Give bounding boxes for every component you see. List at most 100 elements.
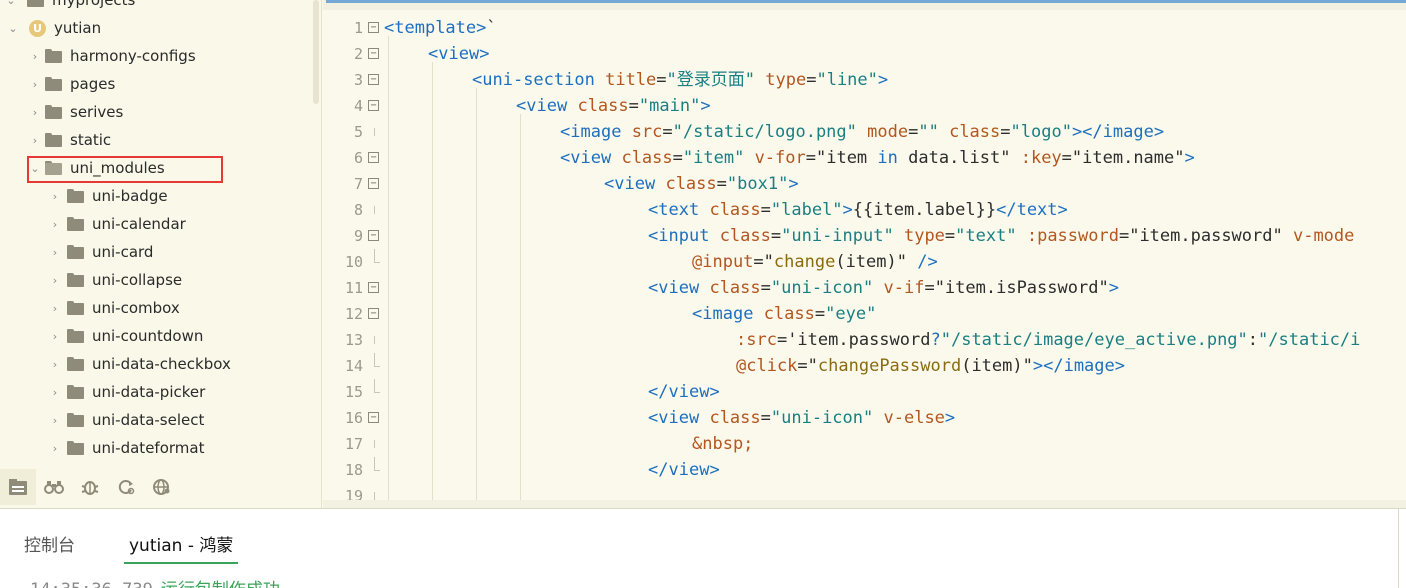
code-content: </view>: [648, 379, 720, 405]
tree-row-folder[interactable]: › uni-data-checkbox: [0, 350, 310, 378]
chevron-right-icon[interactable]: ›: [48, 217, 62, 231]
folder-icon: [67, 301, 84, 315]
code-line[interactable]: 11− <view class="uni-icon" v-if="item.isP…: [323, 275, 1406, 301]
fold-toggle-icon[interactable]: −: [368, 48, 379, 59]
tree-row-folder[interactable]: › harmony-configs: [0, 42, 310, 70]
chevron-right-icon[interactable]: ›: [48, 189, 62, 203]
code-line[interactable]: 15 </view>: [323, 379, 1406, 405]
chevron-right-icon[interactable]: ›: [28, 133, 42, 147]
line-number: 8: [353, 201, 363, 219]
line-number: 15: [344, 383, 363, 401]
tree-row-folder[interactable]: › uni-card: [0, 238, 310, 266]
fold-toggle-icon[interactable]: −: [368, 412, 379, 423]
fold-toggle-icon[interactable]: −: [368, 152, 379, 163]
code-directive: v-mode: [1292, 226, 1355, 246]
fold-toggle-icon[interactable]: −: [368, 308, 379, 319]
line-number: 14: [344, 357, 363, 375]
chevron-right-icon[interactable]: ›: [48, 441, 62, 455]
code-attribute: title: [605, 70, 657, 90]
tree-row-folder[interactable]: › uni-badge: [0, 182, 310, 210]
code-line[interactable]: 1− <template>`: [323, 15, 1406, 41]
chevron-right-icon[interactable]: ›: [28, 105, 42, 119]
chevron-right-icon[interactable]: ›: [48, 301, 62, 315]
fold-toggle-icon[interactable]: −: [368, 22, 379, 33]
chevron-right-icon[interactable]: ›: [48, 385, 62, 399]
tab-run-output[interactable]: yutian - 鸿蒙: [124, 531, 239, 564]
refresh-search-icon[interactable]: [108, 469, 144, 505]
chevron-right-icon[interactable]: ›: [28, 77, 42, 91]
code-line[interactable]: 6− <view class="item" v-for="item in data…: [323, 145, 1406, 171]
binoculars-icon[interactable]: [36, 469, 72, 505]
folder-label: serives: [70, 103, 124, 121]
tree-row-folder[interactable]: › uni-collapse: [0, 266, 310, 294]
fold-toggle-icon[interactable]: −: [368, 282, 379, 293]
fold-toggle-icon[interactable]: −: [368, 178, 379, 189]
code-text: =: [656, 70, 667, 90]
tree-row-folder[interactable]: › uni-calendar: [0, 210, 310, 238]
chevron-right-icon[interactable]: ›: [48, 329, 62, 343]
chevron-right-icon[interactable]: ›: [48, 413, 62, 427]
code-tag-name: view: [614, 174, 656, 194]
fold-toggle-icon[interactable]: −: [368, 74, 379, 85]
code-line[interactable]: 5 <image src="/static/logo.png" mode="" c…: [323, 119, 1406, 145]
chevron-right-icon[interactable]: ›: [48, 245, 62, 259]
code-string: "/static/i: [1258, 330, 1361, 350]
code-text: data.list": [897, 148, 1021, 168]
code-string: "eye": [825, 304, 877, 324]
code-line[interactable]: 12− <image class="eye": [323, 301, 1406, 327]
tree-row-project[interactable]: ⌄ U yutian: [0, 14, 310, 42]
fold-toggle-icon[interactable]: −: [368, 230, 379, 241]
folder-label: uni-calendar: [92, 215, 186, 233]
code-line[interactable]: 16− <view class="uni-icon" v-else>: [323, 405, 1406, 431]
project-tree-icon[interactable]: [0, 469, 36, 505]
tree-row-folder[interactable]: › serives: [0, 98, 310, 126]
tree-row-folder[interactable]: › uni-dateformat: [0, 434, 310, 462]
chevron-down-icon[interactable]: ⌄: [6, 21, 20, 35]
code-line[interactable]: 13:src='item.password?"/static/image/eye…: [323, 327, 1406, 353]
folder-icon: [45, 49, 62, 63]
code-string: "登录页面": [666, 70, 756, 90]
folder-icon: [67, 413, 84, 427]
code-line[interactable]: 7− <view class="box1">: [323, 171, 1406, 197]
globe-icon[interactable]: [144, 469, 180, 505]
code-text: =: [1000, 122, 1011, 142]
code-editor[interactable]: 1− <template>` 2− <view> 3− <uni-section titl…: [323, 10, 1406, 500]
chevron-down-icon[interactable]: ⌄: [4, 0, 18, 7]
code-punctuation: />: [917, 252, 938, 272]
code-line[interactable]: 8 <text class="label">{{item.label}}</tex…: [323, 197, 1406, 223]
sidebar-scrollbar[interactable]: [313, 0, 319, 104]
code-text: ='item.password: [776, 330, 931, 350]
tree-row-folder[interactable]: › static: [0, 126, 310, 154]
code-line[interactable]: 17 &nbsp;: [323, 431, 1406, 457]
tree-row-root[interactable]: ⌄ myprojects: [0, 0, 310, 14]
code-attribute: class: [577, 96, 629, 116]
code-line[interactable]: 3− <uni-section title="登录页面" type="line">: [323, 67, 1406, 93]
code-line[interactable]: 19: [323, 483, 1406, 500]
folder-icon: [67, 217, 84, 231]
chevron-right-icon[interactable]: ›: [28, 49, 42, 63]
tree-row-folder[interactable]: › uni-combox: [0, 294, 310, 322]
tree-row-folder[interactable]: › uni-countdown: [0, 322, 310, 350]
code-line[interactable]: 18 </view>: [323, 457, 1406, 483]
fold-toggle-icon[interactable]: −: [368, 100, 379, 111]
editor-horizontal-scrollbar[interactable]: [323, 500, 1406, 508]
bug-icon[interactable]: [72, 469, 108, 505]
tree-row-folder[interactable]: › uni-data-select: [0, 406, 310, 434]
chevron-right-icon[interactable]: ›: [48, 273, 62, 287]
code-line[interactable]: 14 @click="changePassword(item)"></image>: [323, 353, 1406, 379]
folder-label: uni-data-picker: [92, 383, 206, 401]
code-line[interactable]: 10 @input="change(item)" />: [323, 249, 1406, 275]
code-line[interactable]: 4− <view class="main">: [323, 93, 1406, 119]
chevron-right-icon[interactable]: ›: [48, 357, 62, 371]
tree-row-folder[interactable]: › pages: [0, 70, 310, 98]
tab-console[interactable]: 控制台: [24, 531, 75, 556]
code-text: `: [486, 18, 497, 38]
folder-icon: [67, 273, 84, 287]
code-text: =": [753, 252, 774, 272]
code-line[interactable]: 9− <input class="uni-input" type="text" :…: [323, 223, 1406, 249]
code-line[interactable]: 2− <view>: [323, 41, 1406, 67]
code-punctuation: <: [648, 200, 659, 220]
line-number: 6: [353, 149, 363, 167]
tree-row-folder[interactable]: › uni-data-picker: [0, 378, 310, 406]
